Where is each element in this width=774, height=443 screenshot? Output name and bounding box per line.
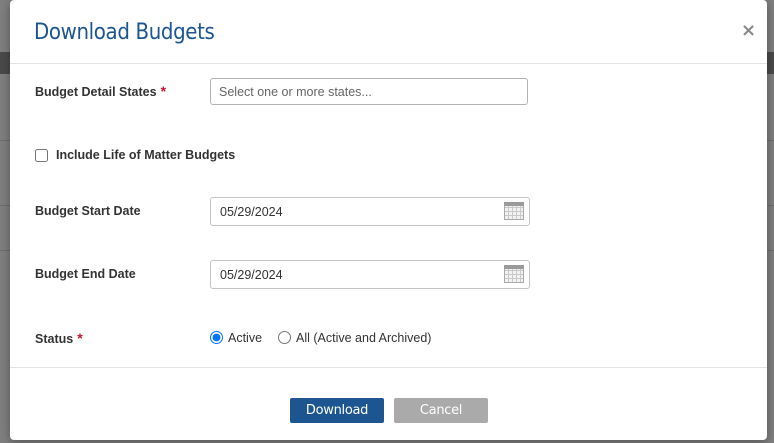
detail-states-input[interactable] [210,78,528,105]
end-date-label: Budget End Date [35,267,136,281]
calendar-icon[interactable] [504,265,524,283]
start-date-input[interactable] [210,197,530,226]
download-budgets-dialog: Download Budgets × Budget Detail States *… [10,0,767,440]
status-active-radio[interactable] [210,331,223,344]
required-marker: * [77,330,83,346]
status-all-radio[interactable] [278,331,291,344]
end-date-field [210,260,530,289]
close-icon[interactable]: × [741,22,756,40]
start-date-field [210,197,530,226]
start-date-label: Budget Start Date [35,204,141,218]
required-marker: * [160,83,167,99]
download-button[interactable]: Download [290,398,384,423]
dialog-footer: Download Cancel [10,367,767,441]
detail-states-label: Budget Detail States * [35,83,167,99]
end-date-input[interactable] [210,260,530,289]
life-of-matter-label: Include Life of Matter Budgets [56,148,236,162]
cancel-button[interactable]: Cancel [394,398,488,423]
calendar-icon[interactable] [504,202,524,220]
status-all-label: All (Active and Archived) [296,331,432,345]
status-active-label: Active [228,331,263,345]
life-of-matter-checkbox[interactable] [35,149,48,162]
dialog-title: Download Budgets [34,20,215,45]
dialog-header: Download Budgets × [10,0,767,64]
status-label: Status * [35,330,83,346]
